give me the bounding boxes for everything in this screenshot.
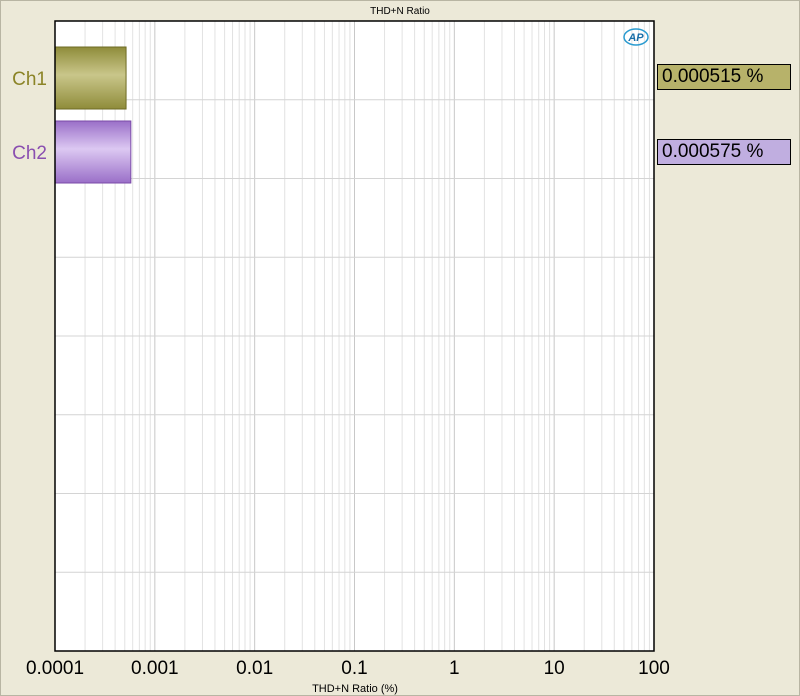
ch1-value-label: 0.000515 %	[657, 64, 791, 90]
x-tick-label: 0.01	[236, 658, 273, 679]
ch2-value-label: 0.000575 %	[657, 139, 791, 165]
x-axis-label: THD+N Ratio (%)	[312, 683, 398, 695]
x-tick-label: 0.0001	[26, 658, 84, 679]
bar-ch2	[54, 120, 132, 184]
bar-ch1	[54, 46, 127, 110]
chart: THD+N Ratio 0.0001 0.001 0.01 0.1 1 10 100 Ch1…	[12, 6, 670, 695]
ap-logo-icon: AP	[623, 28, 649, 46]
x-tick-label: 0.1	[341, 658, 367, 679]
category-label-ch2: Ch2	[12, 143, 47, 164]
x-tick-label: 1	[449, 658, 460, 679]
category-label-ch1: Ch1	[12, 69, 47, 90]
x-tick-label: 0.001	[131, 658, 179, 679]
x-tick-label: 100	[638, 658, 670, 679]
x-tick-labels: 0.0001 0.001 0.01 0.1 1 10 100	[26, 658, 670, 679]
svg-text:AP: AP	[627, 32, 644, 44]
x-tick-label: 10	[544, 658, 565, 679]
category-labels: Ch1 Ch2	[12, 69, 47, 164]
chart-title: THD+N Ratio	[370, 6, 430, 17]
